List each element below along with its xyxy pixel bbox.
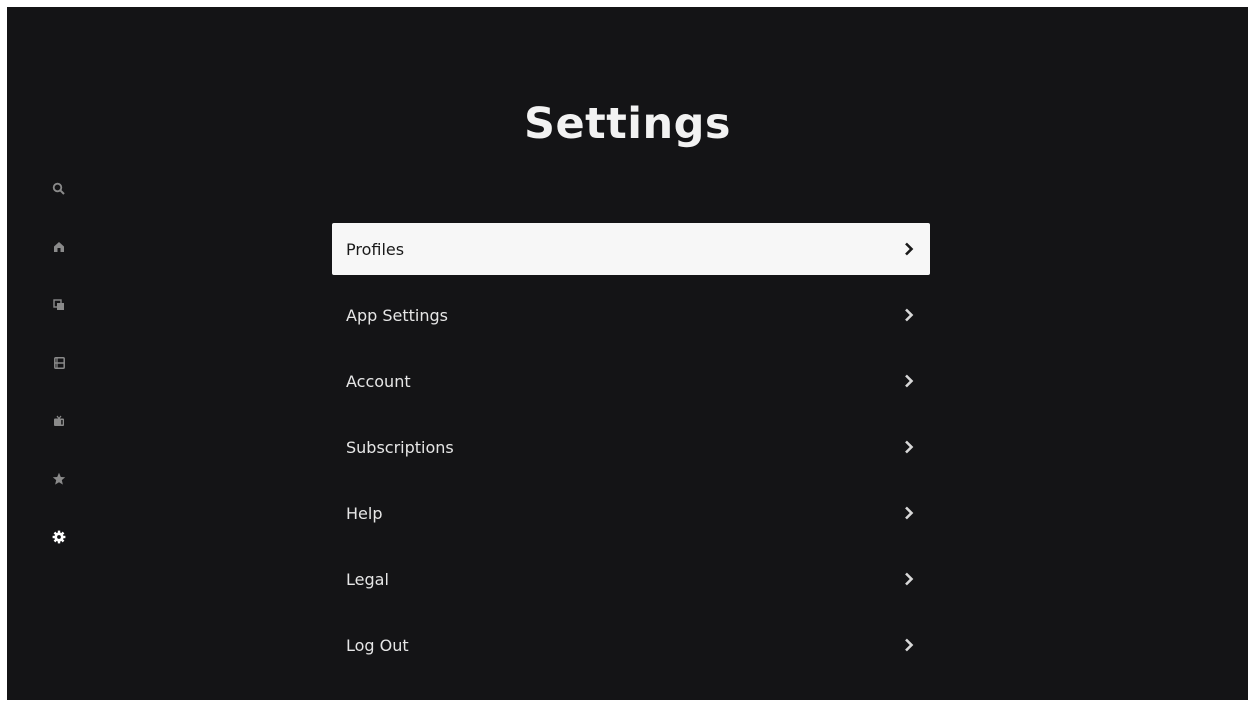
menu-item-label: Help	[346, 503, 383, 523]
menu-item-help[interactable]: Help	[332, 487, 930, 539]
gear-icon[interactable]	[47, 525, 71, 549]
chevron-right-icon	[902, 571, 916, 587]
menu-item-account[interactable]: Account	[332, 355, 930, 407]
menu-item-label: App Settings	[346, 305, 448, 325]
chevron-right-icon	[902, 373, 916, 389]
chevron-right-icon	[902, 439, 916, 455]
settings-screen: Settings Profiles App Settings Account S…	[7, 7, 1248, 700]
menu-item-label: Log Out	[346, 635, 409, 655]
menu-item-label: Account	[346, 371, 411, 391]
chevron-right-icon	[902, 241, 916, 257]
search-icon[interactable]	[47, 177, 71, 201]
menu-item-subscriptions[interactable]: Subscriptions	[332, 421, 930, 473]
menu-item-label: Subscriptions	[346, 437, 454, 457]
copy-icon[interactable]	[47, 293, 71, 317]
film-icon[interactable]	[47, 351, 71, 375]
settings-menu: Profiles App Settings Account Subscripti…	[332, 223, 930, 685]
star-icon[interactable]	[47, 467, 71, 491]
chevron-right-icon	[902, 637, 916, 653]
menu-item-profiles[interactable]: Profiles	[332, 223, 930, 275]
menu-item-label: Profiles	[346, 239, 405, 259]
page-title: Settings	[524, 99, 731, 149]
chevron-right-icon	[902, 307, 916, 323]
tv-icon[interactable]	[47, 409, 71, 433]
chevron-right-icon	[902, 505, 916, 521]
menu-item-legal[interactable]: Legal	[332, 553, 930, 605]
menu-item-label: Legal	[346, 569, 389, 589]
menu-item-log-out[interactable]: Log Out	[332, 619, 930, 671]
home-icon[interactable]	[47, 235, 71, 259]
menu-item-app-settings[interactable]: App Settings	[332, 289, 930, 341]
